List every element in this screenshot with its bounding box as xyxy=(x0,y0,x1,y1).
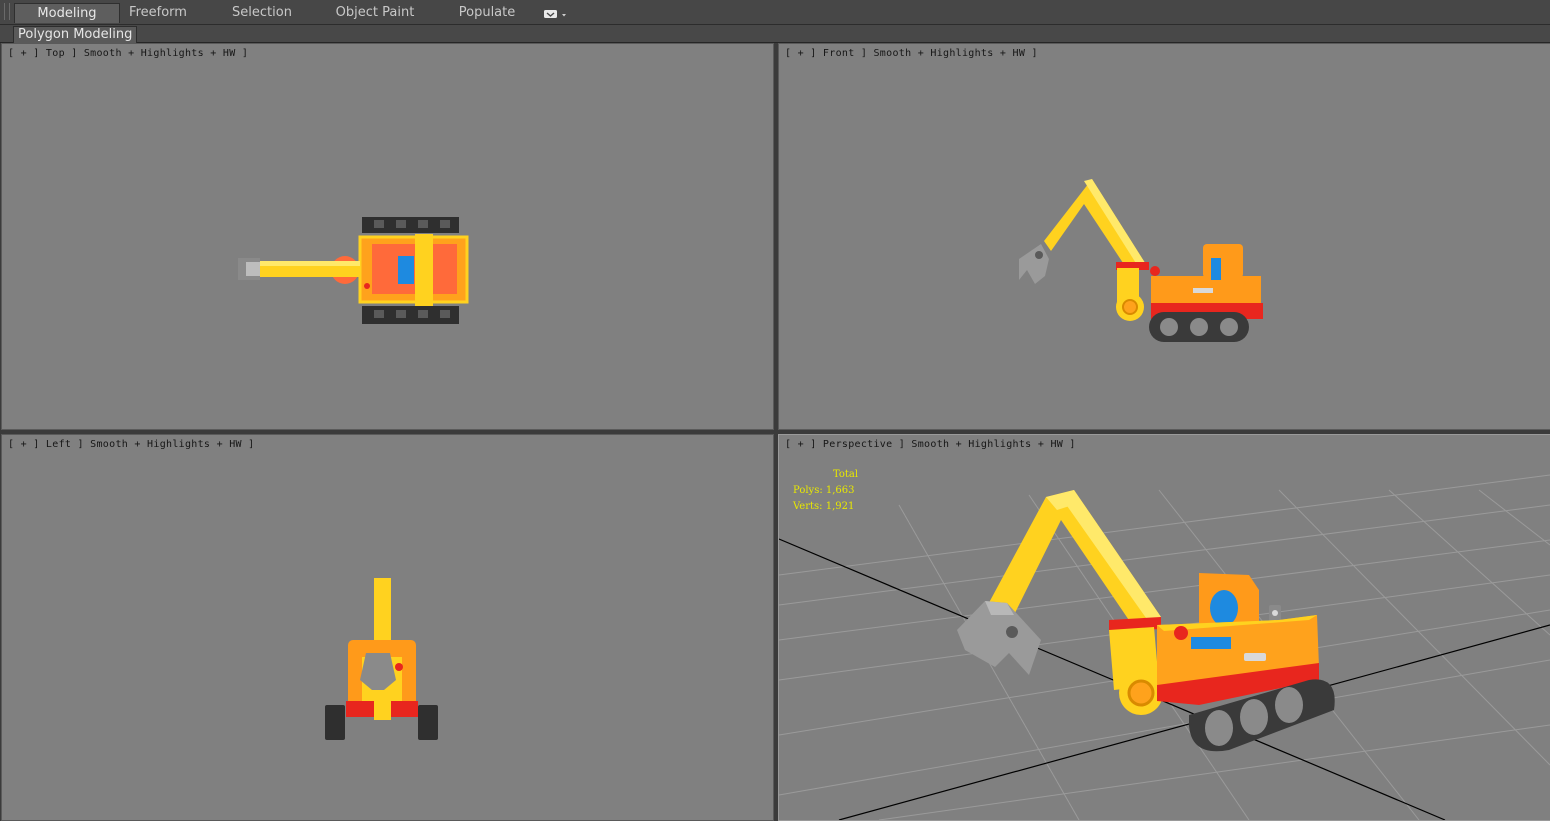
display-dropdown-icon[interactable] xyxy=(543,6,569,19)
tab-object-paint[interactable]: Object Paint xyxy=(328,3,422,22)
ribbon-panel: Polygon Modeling xyxy=(0,25,1550,44)
viewport-top[interactable]: [ + ] Top ] Smooth + Highlights + HW ] xyxy=(1,43,774,430)
excavator-front-view xyxy=(1019,179,1263,342)
excavator-top-view xyxy=(238,217,469,324)
tab-populate[interactable]: Populate xyxy=(450,3,524,22)
excavator-left-view xyxy=(325,578,438,740)
tab-selection[interactable]: Selection xyxy=(222,3,302,22)
ribbon-grip[interactable] xyxy=(4,3,10,20)
viewport-front[interactable]: [ + ] Front ] Smooth + Highlights + HW ] xyxy=(778,43,1550,430)
tab-freeform[interactable]: Freeform xyxy=(120,3,196,22)
excavator-perspective-view xyxy=(957,490,1335,752)
viewport-perspective[interactable]: [ + ] Perspective ] Smooth + Highlights … xyxy=(778,434,1550,821)
viewport-left[interactable]: [ + ] Left ] Smooth + Highlights + HW ] xyxy=(1,434,774,821)
polygon-modeling-label[interactable]: Polygon Modeling xyxy=(13,26,138,44)
ribbon-bar: Modeling Freeform Selection Object Paint… xyxy=(0,0,1550,25)
tab-modeling[interactable]: Modeling xyxy=(14,3,120,23)
